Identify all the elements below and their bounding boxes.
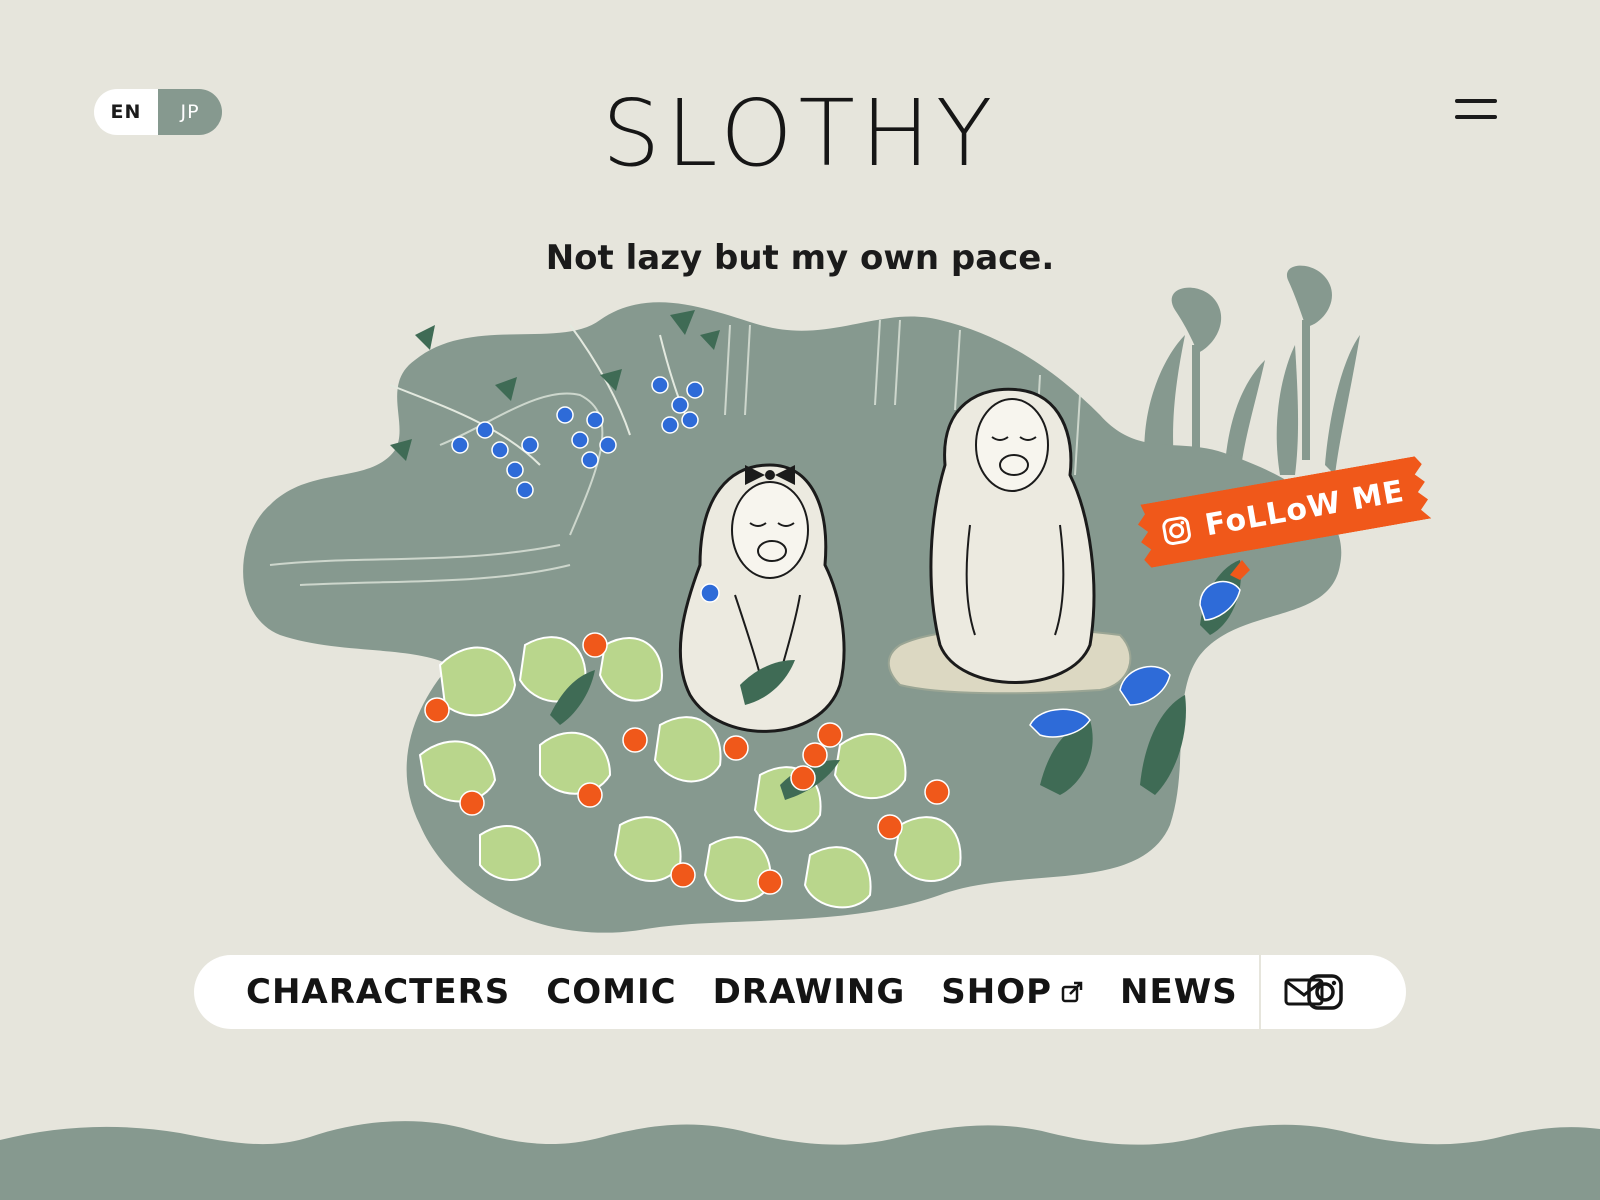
nav-shop-label: SHOP: [941, 972, 1053, 1012]
site-logo[interactable]: SLOTHY: [600, 88, 1000, 180]
hero-illustration: [243, 265, 1360, 933]
nav-characters[interactable]: CHARACTERS: [246, 972, 510, 1012]
nav-shop[interactable]: SHOP: [941, 972, 1084, 1012]
nav-comic[interactable]: COMIC: [546, 972, 676, 1012]
main-navigation: CHARACTERS COMIC DRAWING SHOP NEWS: [194, 955, 1406, 1029]
nav-divider: [1259, 955, 1261, 1029]
external-link-icon: [1060, 980, 1084, 1004]
lang-en-button[interactable]: EN: [94, 89, 158, 135]
hamburger-menu-icon[interactable]: [1455, 96, 1501, 126]
calla-lily-plants-decoration: [1144, 265, 1360, 475]
language-toggle: EN JP: [94, 89, 222, 135]
footer-wave-decoration: [0, 1121, 1600, 1200]
nav-news[interactable]: NEWS: [1120, 972, 1238, 1012]
lang-jp-button[interactable]: JP: [158, 89, 222, 135]
instagram-icon[interactable]: [1306, 973, 1344, 1015]
nav-drawing[interactable]: DRAWING: [713, 972, 906, 1012]
instagram-icon: [1159, 513, 1194, 548]
